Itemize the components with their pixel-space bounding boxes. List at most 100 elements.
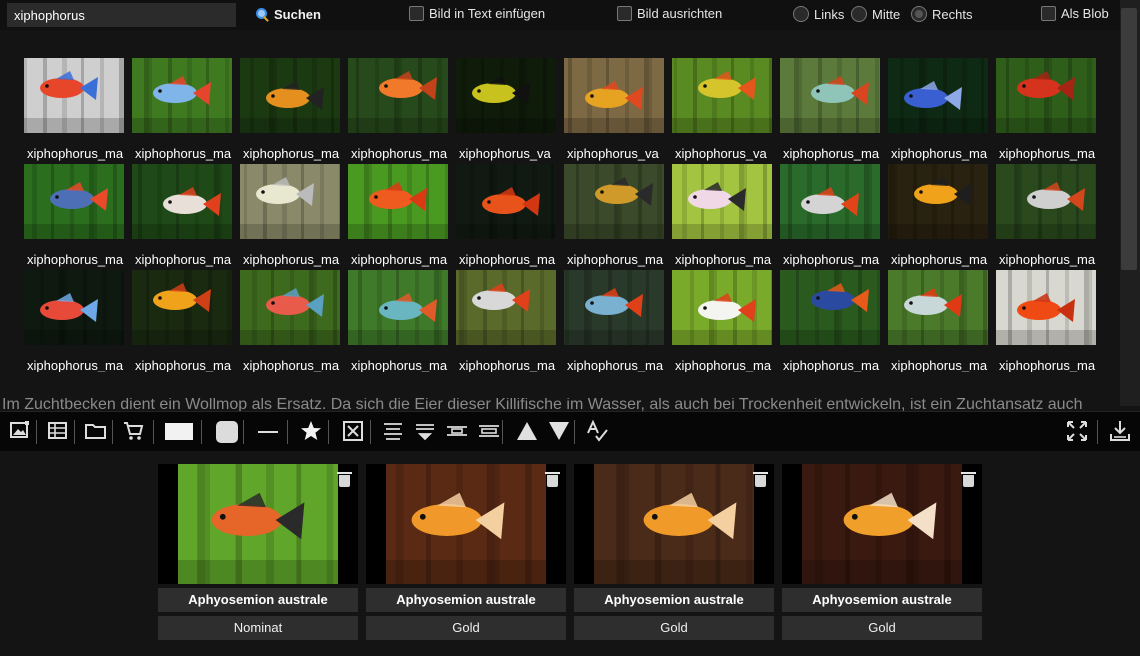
selected-images: Aphyosemion australe Nominat Aphyosemion a… [0,451,1140,656]
align-image-checkbox[interactable]: Bild ausrichten [617,6,722,21]
grid-image-item[interactable]: xiphophorus_ma [780,58,884,164]
align-center-radio[interactable]: Mitte [851,6,900,22]
grid-image-item[interactable]: xiphophorus_ma [24,270,128,372]
cart-button[interactable] [120,417,148,445]
selected-fish-image[interactable] [158,464,358,584]
toolbar-separator [112,420,113,444]
grid-image-item[interactable]: xiphophorus_ma [780,270,884,372]
selected-fish-image[interactable] [366,464,566,584]
image-icon [10,421,29,438]
grid-image-caption: xiphophorus_ma [243,146,340,161]
fish-thumbnail [564,164,664,239]
grid-image-item[interactable]: xiphophorus_ma [240,164,344,270]
toolbar-separator [502,420,503,444]
grid-image-item[interactable]: xiphophorus_ma [996,270,1100,372]
selected-image-card: Aphyosemion australe Gold [366,464,566,641]
image-button[interactable] [6,417,34,445]
arrow-down-button[interactable] [545,417,573,445]
radio-checked-icon [911,6,927,22]
grid-image-item[interactable]: xiphophorus_ma [780,164,884,270]
align-top-button[interactable] [379,417,407,445]
fish-thumbnail [672,164,772,239]
trash-icon[interactable] [545,470,560,487]
editor-toolbar [0,411,1140,451]
grid-image-item[interactable]: xiphophorus_va [672,58,776,164]
spellcheck-icon [587,419,608,442]
toolbar-separator [328,420,329,444]
insert-in-text-checkbox[interactable]: Bild in Text einfügen [409,6,545,21]
grid-image-item[interactable]: xiphophorus_ma [132,58,236,164]
grid-image-item[interactable]: xiphophorus_ma [24,164,128,270]
trash-icon[interactable] [337,470,352,487]
grid-image-item[interactable]: xiphophorus_ma [348,164,452,270]
grid-image-caption: xiphophorus_ma [351,358,448,372]
fish-thumbnail [780,164,880,239]
star-icon [301,421,321,440]
rectangle-button[interactable] [164,417,194,445]
grid-image-item[interactable]: xiphophorus_ma [456,164,560,270]
card-subtitle: Gold [574,616,774,640]
rounded-rectangle-button[interactable] [212,417,240,445]
grid-image-item[interactable]: xiphophorus_va [564,58,668,164]
grid-image-caption: xiphophorus_ma [27,358,124,372]
as-blob-checkbox[interactable]: Als Blob [1041,6,1109,21]
grid-image-item[interactable]: xiphophorus_ma [996,164,1100,270]
card-subtitle: Gold [782,616,982,640]
align-left-radio[interactable]: Links [793,6,844,22]
grid-image-item[interactable]: xiphophorus_ma [456,270,560,372]
card-subtitle: Gold [366,616,566,640]
selected-fish-image[interactable] [782,464,982,584]
align-center-icon [479,425,499,437]
grid-image-item[interactable]: xiphophorus_ma [564,270,668,372]
horizontal-line-button[interactable] [254,417,282,445]
grid-image-item[interactable]: xiphophorus_ma [132,270,236,372]
search-input[interactable] [7,3,236,27]
grid-image-item[interactable]: xiphophorus_ma [240,58,344,164]
grid-image-item[interactable]: xiphophorus_va [456,58,560,164]
fish-thumbnail [888,270,988,345]
checkbox-icon [409,6,424,21]
folder-button[interactable] [82,417,110,445]
grid-image-item[interactable]: xiphophorus_ma [348,270,452,372]
table-button[interactable] [44,417,72,445]
search-button[interactable]: Suchen [256,7,321,22]
fullscreen-button[interactable] [1063,417,1091,445]
fish-thumbnail [348,58,448,133]
toolbar-separator [74,420,75,444]
fish-thumbnail [456,270,556,345]
grid-image-item[interactable]: xiphophorus_ma [132,164,236,270]
scrollbar-thumb[interactable] [1121,8,1137,270]
align-bottom-icon [416,424,434,441]
align-middle-button[interactable] [443,417,471,445]
download-button[interactable] [1106,417,1134,445]
grid-image-item[interactable]: xiphophorus_ma [564,164,668,270]
selected-fish-image[interactable] [574,464,774,584]
fish-thumbnail [240,58,340,133]
grid-image-item[interactable]: xiphophorus_ma [888,164,992,270]
grid-image-item[interactable]: xiphophorus_ma [672,270,776,372]
toolbar-separator [1097,420,1098,444]
star-button[interactable] [297,417,325,445]
fish-thumbnail [456,164,556,239]
grid-image-item[interactable]: xiphophorus_ma [888,58,992,164]
grid-image-item[interactable]: xiphophorus_ma [672,164,776,270]
align-middle-icon [447,426,467,436]
align-right-radio[interactable]: Rechts [911,6,972,22]
grid-image-item[interactable]: xiphophorus_ma [996,58,1100,164]
align-bottom-button[interactable] [411,417,439,445]
fish-thumbnail [780,270,880,345]
close-box-button[interactable] [339,417,367,445]
trash-icon[interactable] [753,470,768,487]
trash-icon[interactable] [961,470,976,487]
grid-image-caption: xiphophorus_ma [783,358,880,372]
grid-image-item[interactable]: xiphophorus_ma [348,58,452,164]
arrow-down-icon [549,422,569,440]
grid-image-item[interactable]: xiphophorus_ma [24,58,128,164]
arrow-up-button[interactable] [513,417,541,445]
grid-image-item[interactable]: xiphophorus_ma [888,270,992,372]
fish-thumbnail [24,270,124,345]
grid-image-item[interactable]: xiphophorus_ma [240,270,344,372]
align-center-button[interactable] [475,417,503,445]
search-bar: Suchen Bild in Text einfügen Bild ausric… [0,0,1120,30]
spellcheck-button[interactable] [583,417,611,445]
